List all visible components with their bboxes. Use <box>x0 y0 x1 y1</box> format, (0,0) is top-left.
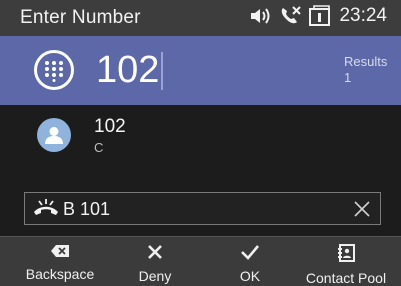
number-input[interactable]: 102 <box>96 48 159 92</box>
list-item[interactable]: 102 C <box>0 105 401 165</box>
results-label: Results <box>344 54 388 69</box>
contact-book-icon <box>298 244 394 267</box>
call-label: B 101 <box>63 199 111 219</box>
backspace-icon <box>14 244 106 263</box>
backspace-button[interactable]: Backspace <box>14 237 106 286</box>
ok-button[interactable]: OK <box>222 237 278 286</box>
volume-icon <box>249 6 273 26</box>
x-icon <box>122 244 188 265</box>
text-cursor <box>161 52 163 90</box>
result-subtitle: C <box>94 140 104 155</box>
missed-call-icon <box>279 5 303 27</box>
screen-title: Enter Number <box>20 7 141 28</box>
softkey-bar: Backspace Deny OK Contact Pool <box>0 236 401 286</box>
results-count: 1 <box>344 70 352 85</box>
contact-pool-label: Contact Pool <box>305 270 387 286</box>
dialpad-icon[interactable] <box>34 50 74 90</box>
result-name: 102 <box>94 116 126 137</box>
call-bar[interactable]: B 101 <box>24 192 381 225</box>
check-icon <box>222 244 278 265</box>
number-entry-panel: 102 Results 1 <box>0 36 401 105</box>
voicemail-icon <box>309 5 331 27</box>
clock-time: 23:24 <box>339 5 387 26</box>
deny-label: Deny <box>138 268 172 284</box>
deny-button[interactable]: Deny <box>122 237 188 286</box>
status-bar: Enter Number 23:24 <box>0 0 401 36</box>
close-icon[interactable] <box>354 201 370 222</box>
ok-label: OK <box>239 268 261 284</box>
hang-up-icon <box>32 198 60 223</box>
contact-avatar-icon <box>37 118 71 152</box>
contact-pool-button[interactable]: Contact Pool <box>298 237 394 286</box>
status-icons: 23:24 <box>249 5 387 27</box>
backspace-label: Backspace <box>25 266 95 282</box>
